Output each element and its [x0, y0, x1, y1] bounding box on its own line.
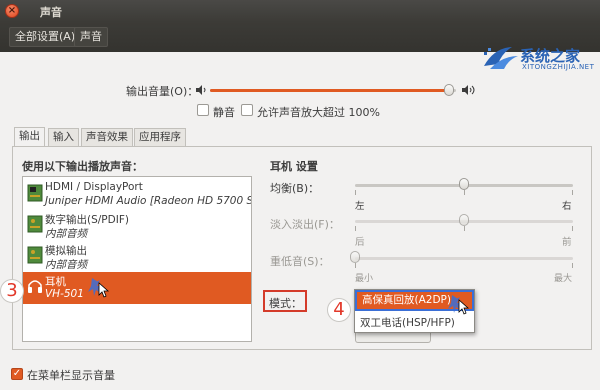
- device-item-headphones[interactable]: 耳机 VH-501: [23, 272, 251, 304]
- tab-sound-effects[interactable]: 声音效果: [81, 128, 133, 146]
- device-description: Juniper HDMI Audio [Radeon HD 5700 Serie…: [45, 195, 251, 207]
- amplify-label: 允许声音放大超过 100%: [257, 106, 380, 119]
- show-in-menubar-checkbox[interactable]: ✓: [11, 368, 23, 380]
- sound-card-icon: [27, 246, 43, 264]
- close-button[interactable]: ×: [5, 4, 19, 18]
- test-sound-button-partial[interactable]: [355, 333, 431, 343]
- mode-label-highlight: 模式：: [263, 290, 307, 312]
- watermark-mark-icon: [484, 47, 518, 69]
- fade-tick-center: [464, 226, 465, 231]
- watermark-logo: 系统之家 XITONGZHIJIA.NET: [482, 44, 600, 74]
- balance-right-label: 右: [562, 201, 572, 212]
- bass-slider[interactable]: [355, 257, 573, 260]
- mode-option-hsp-hfp[interactable]: 双工电话(HSP/HFP): [355, 313, 474, 334]
- tab-input[interactable]: 输入: [48, 128, 79, 146]
- fade-tick-left: [355, 226, 356, 231]
- window-title: 声音: [40, 6, 62, 19]
- mute-label: 静音: [213, 106, 235, 119]
- fade-tick-right: [572, 226, 573, 231]
- tab-output[interactable]: 输出: [14, 127, 45, 147]
- bass-max-label: 最大: [554, 274, 573, 284]
- step-4-badge: 4: [327, 298, 351, 322]
- all-settings-button[interactable]: 全部设置(A): [9, 27, 82, 47]
- sound-card-icon: [27, 215, 43, 233]
- fade-rear-label: 后: [355, 237, 365, 248]
- device-item-analog[interactable]: 模拟输出 内部音频: [23, 241, 251, 273]
- settings-heading: 耳机 设置: [270, 160, 318, 173]
- output-volume-fill: [210, 89, 449, 92]
- click-cursor-icon: [88, 278, 110, 298]
- device-name: HDMI / DisplayPort: [45, 181, 143, 193]
- output-volume-label: 输出音量(O)：: [126, 85, 199, 98]
- device-description: 内部音频: [45, 259, 87, 271]
- bass-min-label: 最小: [355, 274, 374, 284]
- bass-label: 重低音(S)：: [270, 255, 330, 268]
- breadcrumb-sound-button[interactable]: 声音: [74, 27, 108, 47]
- bass-knob[interactable]: [350, 251, 360, 263]
- volume-high-icon: [462, 85, 475, 95]
- balance-label: 均衡(B)：: [270, 182, 320, 195]
- mute-checkbox[interactable]: [197, 104, 209, 116]
- fade-knob[interactable]: [459, 214, 469, 226]
- device-name: 模拟输出: [45, 245, 87, 257]
- show-in-menubar-label: 在菜单栏显示音量: [27, 369, 115, 382]
- headphones-icon: [28, 280, 42, 293]
- title-bar: × 声音: [0, 0, 600, 22]
- device-list-heading: 使用以下输出播放声音：: [22, 160, 143, 173]
- bass-tick-max: [572, 263, 573, 268]
- balance-tick-center: [464, 190, 465, 195]
- device-item-spdif[interactable]: 数字输出(S/PDIF) 内部音频: [23, 210, 251, 242]
- device-name: 数字输出(S/PDIF): [45, 214, 129, 226]
- balance-knob[interactable]: [459, 178, 469, 190]
- mode-label: 模式：: [269, 297, 302, 310]
- balance-left-label: 左: [355, 201, 365, 212]
- device-name: 耳机: [45, 276, 66, 288]
- tab-applications[interactable]: 应用程序: [134, 128, 186, 146]
- amplify-checkbox[interactable]: [241, 104, 253, 116]
- display-card-icon: [27, 184, 43, 202]
- bass-tick-min: [355, 263, 356, 268]
- balance-tick-left: [355, 190, 356, 195]
- fade-label: 淡入淡出(F)：: [270, 218, 340, 231]
- click-cursor-icon: [448, 295, 470, 315]
- output-device-list: HDMI / DisplayPort Juniper HDMI Audio [R…: [22, 176, 252, 342]
- watermark-subtext: XITONGZHIJIA.NET: [522, 63, 595, 71]
- balance-tick-right: [572, 190, 573, 195]
- device-description: VH-501: [45, 288, 84, 300]
- output-volume-knob[interactable]: [443, 84, 454, 96]
- device-item-hdmi[interactable]: HDMI / DisplayPort Juniper HDMI Audio [R…: [23, 179, 251, 211]
- step-3-badge: 3: [0, 279, 24, 303]
- fade-front-label: 前: [562, 237, 572, 248]
- device-description: 内部音频: [45, 228, 87, 240]
- output-volume-slider[interactable]: [210, 89, 456, 92]
- volume-low-icon: [196, 85, 206, 95]
